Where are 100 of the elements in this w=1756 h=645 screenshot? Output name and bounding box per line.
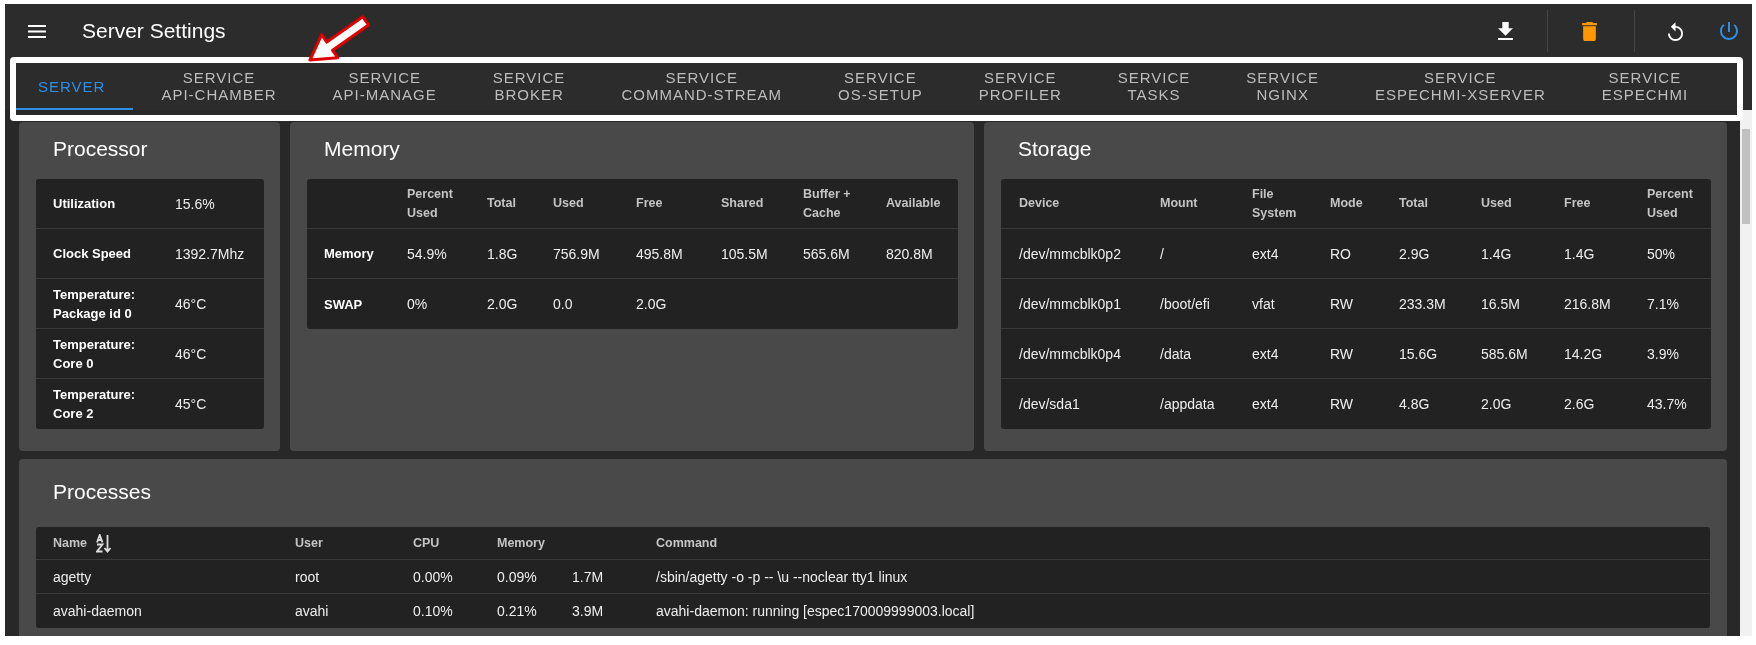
table-cell: /dev/mmcblk0p2	[1019, 244, 1121, 263]
table-cell: 0.00%	[413, 567, 453, 586]
scrollbar-thumb[interactable]	[1742, 129, 1750, 224]
table-cell: 0.10%	[413, 602, 453, 620]
tab[interactable]: SERVER	[10, 64, 134, 110]
table-cell: 2.0G	[1481, 395, 1512, 413]
row-header: Temperature: Core 2	[53, 386, 137, 423]
table-cell: 565.6M	[803, 244, 850, 263]
table-cell: 46°C	[175, 344, 207, 363]
row-header: Temperature: Package id 0	[53, 285, 137, 323]
menu-icon[interactable]	[28, 24, 46, 38]
card-title: Processor	[53, 136, 149, 162]
column-header: Used	[553, 195, 584, 212]
table-cell: 0.0	[553, 295, 573, 313]
table-cell: 1.8G	[487, 244, 518, 263]
power-icon[interactable]	[1720, 22, 1738, 40]
row-header: Clock Speed	[53, 245, 132, 263]
table-cell: 43.7%	[1647, 395, 1687, 413]
table-cell: 2.0G	[636, 295, 667, 313]
card-title: Memory	[324, 136, 401, 162]
table-cell: ext4	[1252, 344, 1279, 363]
table-cell: 105.5M	[721, 244, 768, 263]
download-icon[interactable]	[1498, 22, 1513, 40]
column-header: Free	[1564, 195, 1591, 212]
table-cell: 3.9%	[1647, 344, 1679, 363]
column-header: Percent Used	[407, 185, 454, 222]
table-cell: 50%	[1647, 244, 1676, 263]
table-cell: 2.0G	[487, 295, 518, 313]
tab[interactable]: SERVICE ESPECHMI	[1573, 64, 1717, 110]
table-cell: 45°C	[175, 395, 207, 413]
refresh-icon[interactable]	[1668, 21, 1683, 41]
table-cell: 4.8G	[1399, 395, 1430, 413]
tab[interactable]: SERVICE BROKER	[464, 64, 594, 110]
row-header: Memory	[324, 245, 374, 263]
table-cell: 2.6G	[1564, 395, 1595, 413]
tab[interactable]: SERVICE API-MANAGE	[304, 64, 465, 110]
column-header: Total	[487, 195, 516, 212]
column-header: Mount	[1160, 195, 1198, 212]
table-cell: /data	[1160, 344, 1192, 363]
column-header: Device	[1019, 195, 1060, 212]
table-cell: 0%	[407, 295, 428, 313]
table-cell: 0.09%	[497, 567, 537, 586]
column-header: Mode	[1330, 195, 1363, 212]
table-cell: RW	[1330, 395, 1354, 413]
row-header: Temperature: Core 0	[53, 335, 137, 373]
table-cell: 1.4G	[1481, 244, 1512, 263]
delete-icon[interactable]	[1582, 21, 1597, 41]
table-cell: 54.9%	[407, 244, 447, 263]
column-header: Memory	[497, 534, 545, 552]
table-cell: vfat	[1252, 294, 1275, 313]
table-cell: ext4	[1252, 395, 1279, 413]
table-cell: 15.6%	[175, 194, 215, 213]
column-header: Total	[1399, 195, 1428, 212]
column-header: Used	[1481, 195, 1512, 212]
tab[interactable]: SERVICE COMMAND-STREAM	[593, 64, 811, 110]
table-cell: /dev/mmcblk0p1	[1019, 294, 1121, 313]
table-cell: /dev/mmcblk0p4	[1019, 344, 1121, 363]
tab[interactable]: SERVICE PROFILER	[950, 64, 1090, 110]
table-cell: /	[1160, 244, 1164, 263]
column-header: Buffer + Cache	[803, 185, 852, 222]
table-cell: 3.9M	[572, 602, 604, 620]
column-header: Free	[636, 195, 663, 212]
table-cell: /sbin/agetty -o -p -- \u --noclear tty1 linux	[656, 567, 908, 586]
table-cell: 15.6G	[1399, 344, 1438, 363]
column-header: Command	[656, 534, 718, 552]
table-cell: avahi-daemon: running [espec170009999003.local]	[656, 602, 975, 620]
table-cell: 1392.7Mhz	[175, 244, 245, 263]
card-title: Processes	[53, 479, 153, 505]
table-cell: 756.9M	[553, 244, 600, 263]
scrollbar[interactable]	[1740, 110, 1752, 636]
tab[interactable]: SERVICE API-CHAMBER	[133, 64, 305, 110]
table-cell: 46°C	[175, 294, 207, 313]
tab[interactable]: SERVICE OS-SETUP	[810, 64, 951, 110]
tab[interactable]: SERVICE TASKS	[1089, 64, 1219, 110]
column-header: Percent Used	[1647, 185, 1694, 222]
tab[interactable]: SERVICE ESPECHMI-XSERVER	[1346, 64, 1574, 110]
table-cell: RW	[1330, 344, 1354, 363]
column-header: User	[295, 534, 323, 552]
sort-icon[interactable]	[96, 533, 112, 553]
table-cell: 1.7M	[572, 567, 604, 586]
tab[interactable]: SERVICE NGINX	[1218, 64, 1347, 110]
table-cell: agetty	[53, 567, 92, 586]
table-cell: avahi	[295, 602, 329, 620]
table-cell: 233.3M	[1399, 294, 1446, 313]
column-header: Available	[886, 195, 941, 212]
column-header: Shared	[721, 195, 764, 212]
table-cell: ext4	[1252, 244, 1279, 263]
table-cell: 216.8M	[1564, 294, 1611, 313]
table-cell: 820.8M	[886, 244, 933, 263]
table-cell: RO	[1330, 244, 1351, 263]
row-header: Utilization	[53, 195, 116, 213]
table-cell: 2.9G	[1399, 244, 1430, 263]
table-cell: 14.2G	[1564, 344, 1603, 363]
table-cell: 495.8M	[636, 244, 683, 263]
table-cell: 0.21%	[497, 602, 537, 620]
table-cell: 585.6M	[1481, 344, 1528, 363]
row-header: SWAP	[324, 295, 363, 314]
table-cell: 7.1%	[1647, 294, 1679, 313]
column-header: CPU	[413, 534, 440, 552]
table-cell: avahi-daemon	[53, 602, 142, 620]
